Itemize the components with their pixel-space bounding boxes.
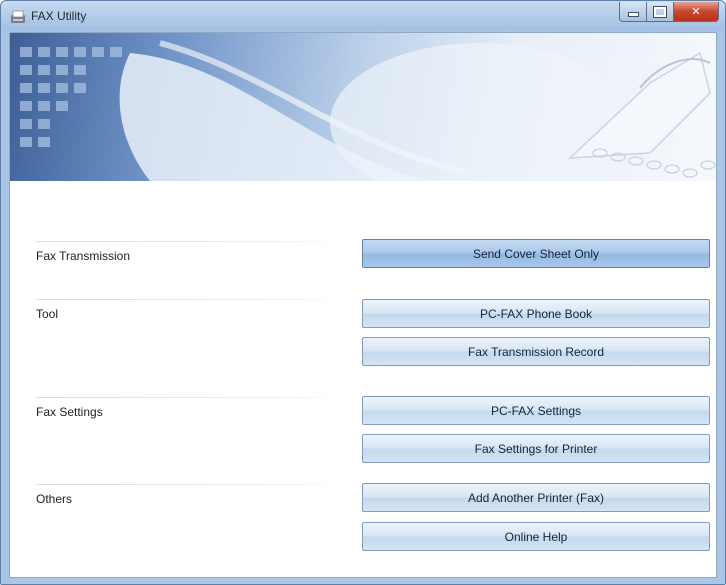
section-divider [36, 484, 344, 485]
fax-utility-window: FAX Utility ✕ Fax Transmission Send Cove… [0, 0, 726, 585]
window-title: FAX Utility [31, 9, 87, 23]
online-help-button[interactable]: Online Help [362, 522, 710, 551]
add-another-printer-button[interactable]: Add Another Printer (Fax) [362, 483, 710, 512]
fax-app-icon [10, 10, 26, 24]
section-divider [36, 299, 344, 300]
section-divider [36, 241, 344, 242]
fax-settings-for-printer-button[interactable]: Fax Settings for Printer [362, 434, 710, 463]
close-icon: ✕ [691, 6, 701, 18]
section-label-fax-settings: Fax Settings [36, 405, 103, 419]
header-banner [10, 33, 716, 181]
maximize-icon [653, 5, 667, 18]
section-label-others: Others [36, 492, 73, 506]
pc-fax-phone-book-button[interactable]: PC-FAX Phone Book [362, 299, 710, 328]
client-area: Fax Transmission Send Cover Sheet Only T… [9, 32, 717, 578]
section-label-fax-transmission: Fax Transmission [36, 249, 131, 263]
fax-transmission-record-button[interactable]: Fax Transmission Record [362, 337, 710, 366]
section-divider [36, 397, 344, 398]
section-label-tool: Tool [36, 307, 59, 321]
send-cover-sheet-only-button[interactable]: Send Cover Sheet Only [362, 239, 710, 268]
close-button[interactable]: ✕ [673, 2, 719, 22]
minimize-button[interactable] [619, 2, 646, 22]
title-bar[interactable]: FAX Utility ✕ [1, 1, 725, 31]
minimize-icon [627, 12, 639, 17]
maximize-button[interactable] [646, 2, 673, 22]
caption-buttons: ✕ [619, 2, 719, 22]
pc-fax-settings-button[interactable]: PC-FAX Settings [362, 396, 710, 425]
